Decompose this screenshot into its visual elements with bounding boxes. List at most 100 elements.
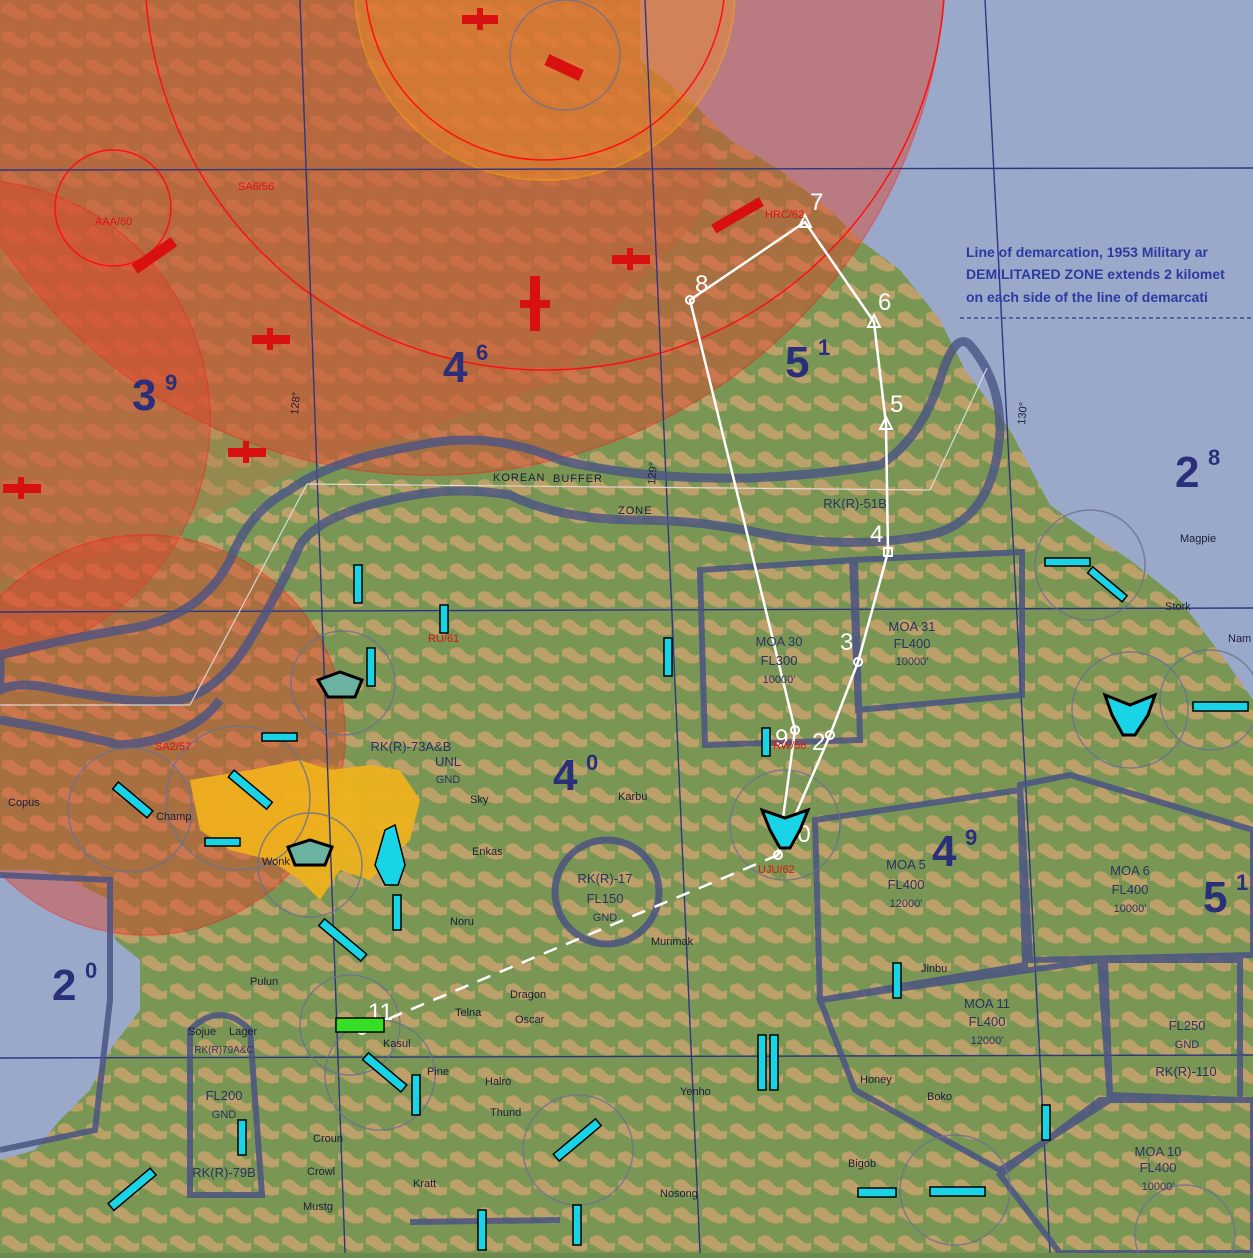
grid-number: 4 [443, 343, 468, 392]
place-label: Pine [427, 1066, 449, 1078]
threat-label-sa6: SA6/56 [238, 181, 274, 193]
waypoint-label-4: 4 [870, 521, 883, 548]
friendly-site-icon[interactable] [353, 564, 363, 604]
threat-label-ru: RU/61 [428, 633, 459, 645]
meridian-label-129: 129° [646, 462, 660, 486]
friendly-site-icon[interactable] [929, 1186, 986, 1197]
grid-number: 2 [1175, 448, 1199, 497]
place-label: Honey [860, 1074, 892, 1086]
friendly-site-icon[interactable] [572, 1204, 582, 1246]
meridian-label-130: 130° [1016, 402, 1030, 426]
rk-r-79b-name: RK(R)-79B [192, 1165, 256, 1180]
place-label: Jinbu [921, 963, 947, 975]
moa-10-name: MOA 10 [1135, 1144, 1182, 1159]
place-label: Halro [485, 1076, 511, 1088]
friendly-site-icon[interactable] [366, 647, 376, 687]
place-label: Munmak [651, 936, 694, 948]
place-label: Yenho [680, 1086, 711, 1098]
friendly-site-icon[interactable] [857, 1187, 897, 1198]
friendly-site-icon[interactable] [477, 1209, 487, 1251]
grid-number-sup: 1 [818, 335, 830, 360]
moa-6-name: MOA 6 [1110, 863, 1150, 878]
moa-11-name: MOA 11 [964, 996, 1010, 1011]
place-label: Sojue [188, 1026, 216, 1038]
rk-r-110-name: RK(R)-110 [1155, 1064, 1216, 1079]
grid-number-sup: 0 [586, 750, 598, 775]
rk-r-79b-alt: FL200 [206, 1088, 243, 1103]
rk-r-73-floor: GND [436, 774, 461, 786]
place-label: Kratt [413, 1178, 436, 1190]
moa-30-alt: FL300 [761, 653, 798, 668]
place-label: Copus [8, 797, 40, 809]
waypoint-label-7: 7 [810, 189, 823, 216]
place-label: Crowl [307, 1166, 335, 1178]
note-line-1: Line of demarcation, 1953 Military ar [966, 244, 1209, 260]
note-line-2: DEMILITARED ZONE extends 2 kilomet [966, 266, 1225, 282]
place-label: Thund [490, 1107, 521, 1119]
rk-r-17-floor: GND [593, 912, 618, 924]
friendly-site-icon[interactable] [392, 894, 402, 931]
friendly-site-icon[interactable] [261, 732, 298, 742]
friendly-site-icon[interactable] [892, 962, 902, 999]
grid-number: 3 [132, 371, 156, 420]
place-label: Oscar [515, 1014, 545, 1026]
friendly-site-icon[interactable] [286, 838, 334, 867]
place-label: Kasul [383, 1038, 411, 1050]
buffer-word-buffer: BUFFER [553, 473, 603, 485]
place-label: Sky [470, 794, 489, 806]
grid-number: 5 [785, 338, 809, 387]
moa-10-floor: 10000' [1142, 1181, 1175, 1193]
place-label: Boko [927, 1091, 952, 1103]
friendly-site-icon[interactable] [663, 637, 673, 677]
place-label: Nosong [660, 1188, 698, 1200]
fl250-floor: GND [1175, 1039, 1200, 1051]
threat-label-uju: UJU/62 [758, 864, 795, 876]
moa-5-floor: 12000' [890, 898, 923, 910]
rk-r-51b-name: RK(R)-51B [823, 496, 887, 511]
place-label: Enkas [472, 846, 503, 858]
waypoint-label-3: 3 [840, 629, 853, 656]
grid-number-sup: 8 [1208, 445, 1220, 470]
friendly-site-icon[interactable] [761, 727, 771, 757]
moa-31-alt: FL400 [894, 636, 931, 651]
friendly-site-icon[interactable] [439, 604, 449, 634]
place-label: Croun [313, 1133, 343, 1145]
grid-number-sup: 0 [85, 958, 97, 983]
threat-label-rw: RW/56 [773, 740, 806, 752]
friendly-site-icon[interactable] [411, 1074, 421, 1116]
moa-5-alt: FL400 [888, 877, 925, 892]
place-label: Nam [1228, 633, 1251, 645]
friendly-site-icon[interactable] [204, 837, 241, 847]
moa-30-name: MOA 30 [756, 634, 803, 649]
waypoint-label-8: 8 [695, 271, 708, 298]
place-label: Dragon [510, 989, 546, 1001]
threat-label-sa2: SA2/57 [155, 741, 191, 753]
rk-r-73-alt: UNL [435, 754, 461, 769]
threat-label-aaa: AAA/60 [95, 216, 132, 228]
place-label: Pulun [250, 976, 278, 988]
moa-6-alt: FL400 [1112, 882, 1149, 897]
rk-r-73-name: RK(R)-73A&B [371, 739, 452, 754]
rk-r-17-name: RK(R)-17 [578, 871, 633, 886]
waypoint-label-2: 2 [812, 729, 825, 756]
place-label: Telna [455, 1007, 482, 1019]
grid-number-sup: 6 [476, 340, 488, 365]
grid-number: 5 [1203, 873, 1227, 922]
tactical-map[interactable]: 2 3 4 5 6 7 8 9 10 11 [0, 0, 1253, 1258]
friendly-site-icon[interactable] [1041, 1104, 1051, 1141]
moa-6-floor: 10000' [1114, 903, 1147, 915]
rk-r-79b-floor: GND [212, 1109, 237, 1121]
place-label: Noru [450, 916, 474, 928]
grid-number: 4 [553, 751, 578, 800]
friendly-site-icon[interactable] [1192, 701, 1249, 712]
moa-11-alt: FL400 [969, 1014, 1006, 1029]
map-canvas[interactable]: 2 3 4 5 6 7 8 9 10 11 [0, 0, 1253, 1258]
place-label: Lager [229, 1026, 257, 1038]
note-line-3: on each side of the line of demarcati [966, 289, 1208, 305]
grid-number: 2 [52, 961, 76, 1010]
waypoint-label-6: 6 [878, 289, 891, 316]
friendly-site-icon[interactable] [335, 1017, 385, 1033]
moa-11-floor: 12000' [971, 1035, 1004, 1047]
rk-r-17-alt: FL150 [587, 891, 624, 906]
friendly-site-icon[interactable] [237, 1119, 247, 1156]
